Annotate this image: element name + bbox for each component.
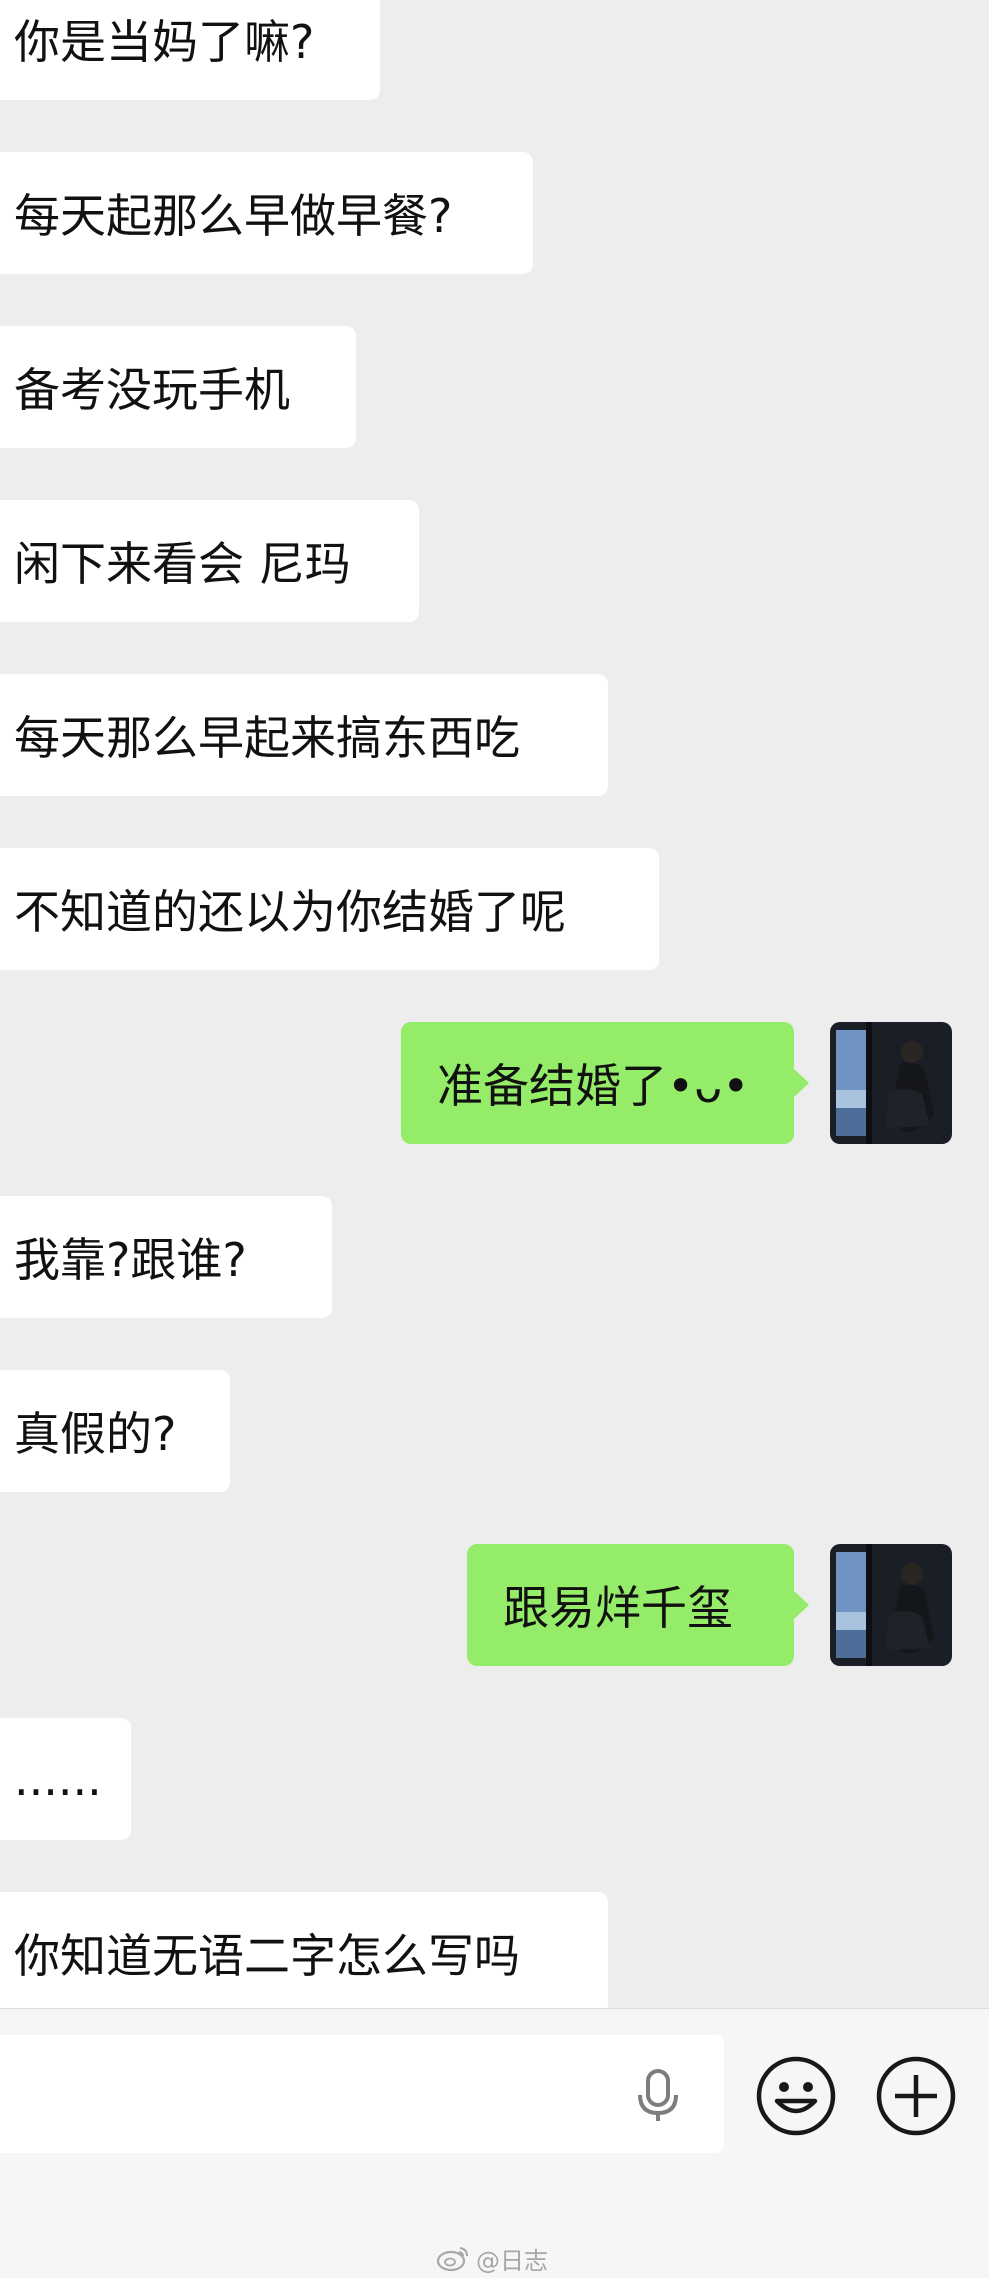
avatar-image	[830, 1544, 952, 1666]
message-text: 闲下来看会 尼玛	[14, 537, 351, 591]
input-toolbar: @日志	[0, 2008, 989, 2278]
smiley-icon[interactable]	[755, 2055, 837, 2137]
message-input[interactable]	[14, 2053, 598, 2135]
microphone-icon[interactable]	[633, 2069, 683, 2123]
message-text: 跟易烊千玺	[503, 1581, 733, 1635]
avatar-image	[830, 1022, 952, 1144]
message-bubble-incoming[interactable]: 每天那么早起来搞东西吃	[0, 674, 608, 796]
avatar[interactable]	[830, 1544, 952, 1666]
message-bubble-outgoing[interactable]: 准备结婚了•ᴗ•	[401, 1022, 809, 1144]
message-text: 你是当妈了嘛?	[14, 15, 315, 69]
message-bubble-incoming[interactable]: 闲下来看会 尼玛	[0, 500, 419, 622]
message-text: 每天那么早起来搞东西吃	[14, 711, 520, 765]
message-bubble-incoming[interactable]: 真假的?	[0, 1370, 230, 1492]
plus-circle-icon[interactable]	[875, 2055, 957, 2137]
message-bubble-incoming[interactable]: 我靠?跟谁?	[0, 1196, 332, 1318]
avatar[interactable]	[830, 1022, 952, 1144]
message-text: 每天起那么早做早餐?	[14, 189, 453, 243]
weibo-icon	[436, 2247, 468, 2272]
message-bubble-incoming[interactable]: 你知道无语二字怎么写吗	[0, 1892, 608, 2008]
message-text: 你知道无语二字怎么写吗	[14, 1929, 520, 1983]
message-text: 不知道的还以为你结婚了呢	[14, 885, 566, 939]
message-text: 备考没玩手机	[14, 363, 290, 417]
message-bubble-incoming[interactable]: 备考没玩手机	[0, 326, 356, 448]
message-bubble-incoming[interactable]: 不知道的还以为你结婚了呢	[0, 848, 659, 970]
message-input-box[interactable]	[0, 2035, 724, 2153]
message-bubble-incoming[interactable]: ......	[0, 1718, 131, 1840]
message-bubble-incoming[interactable]: 每天起那么早做早餐?	[0, 152, 533, 274]
message-text: 真假的?	[14, 1407, 177, 1461]
watermark-text: @日志	[476, 2246, 548, 2275]
message-text: 准备结婚了•ᴗ•	[437, 1059, 750, 1113]
message-bubble-outgoing[interactable]: 跟易烊千玺	[467, 1544, 809, 1666]
watermark: @日志	[436, 2241, 548, 2275]
message-text: 我靠?跟谁?	[14, 1233, 247, 1287]
chat-area[interactable]: 你是当妈了嘛? 每天起那么早做早餐? 备考没玩手机 闲下来看会 尼玛 每天那么早…	[0, 0, 989, 2008]
message-text: ......	[14, 1752, 102, 1806]
message-bubble-incoming[interactable]: 你是当妈了嘛?	[0, 0, 380, 100]
